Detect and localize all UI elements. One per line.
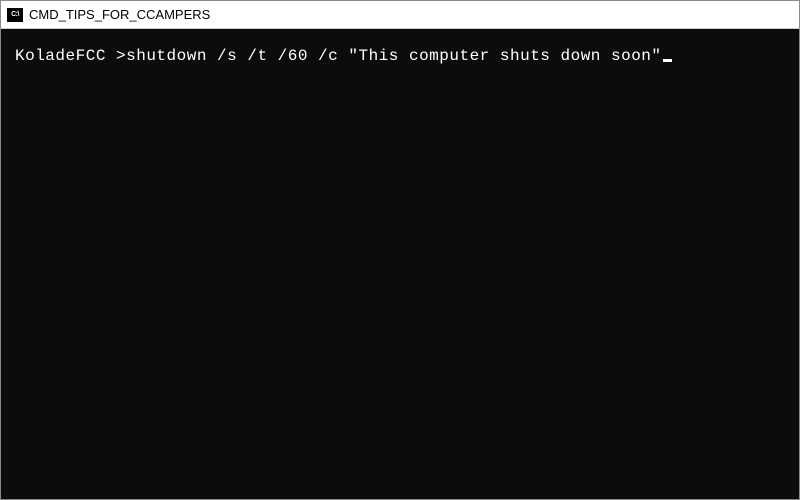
terminal-viewport[interactable]: KoladeFCC >shutdown /s /t /60 /c "This c… xyxy=(1,29,799,499)
window-title: CMD_TIPS_FOR_CCAMPERS xyxy=(29,7,210,22)
terminal-line: KoladeFCC >shutdown /s /t /60 /c "This c… xyxy=(15,47,785,65)
cmd-icon: C:\ xyxy=(7,8,23,22)
window-titlebar: C:\ CMD_TIPS_FOR_CCAMPERS xyxy=(1,1,799,29)
terminal-command: shutdown /s /t /60 /c "This computer shu… xyxy=(126,47,661,65)
cmd-icon-label: C:\ xyxy=(11,11,19,18)
terminal-cursor xyxy=(663,59,672,62)
terminal-prompt: KoladeFCC > xyxy=(15,47,126,65)
